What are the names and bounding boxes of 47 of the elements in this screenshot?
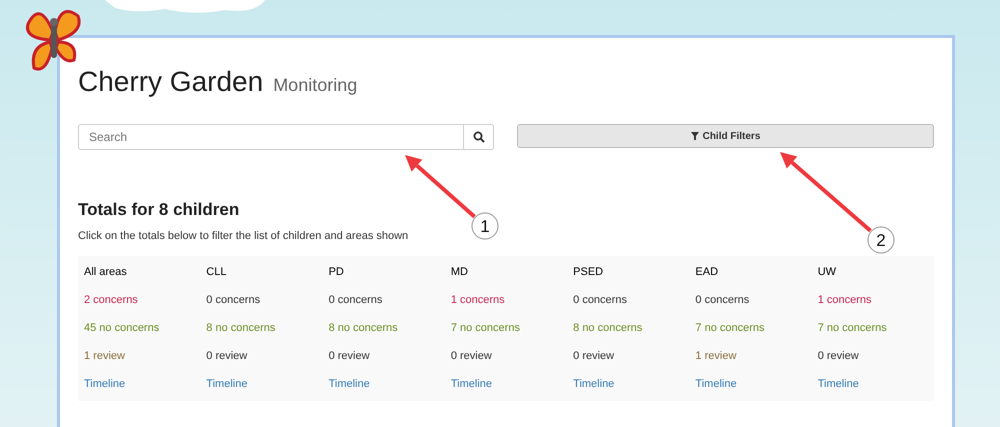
area-header: MD <box>450 265 469 280</box>
total-link[interactable]: 8 no concerns <box>206 318 323 339</box>
page-title: Cherry Garden <box>78 66 264 98</box>
area-header: All areas <box>84 265 128 280</box>
total-link[interactable]: 1 concerns <box>818 290 934 311</box>
total-link[interactable]: 0 review <box>450 346 568 367</box>
area-header: UW <box>818 265 838 280</box>
totals-hint: Click on the totals below to filter the list of children and areas shown <box>78 230 408 242</box>
total-link[interactable]: 7 no concerns <box>695 318 812 339</box>
total-link[interactable]: 0 concerns <box>328 290 445 311</box>
area-header: PD <box>328 265 345 280</box>
timeline-link[interactable]: Timeline <box>84 374 200 395</box>
timeline-link[interactable]: Timeline <box>328 374 445 395</box>
total-link[interactable]: 8 no concerns <box>573 318 690 339</box>
total-link[interactable]: 1 review <box>695 346 812 367</box>
callout-arrow <box>405 155 476 218</box>
callout-number: 1 <box>472 212 498 240</box>
total-link[interactable]: 0 review <box>573 346 690 367</box>
total-link[interactable]: 7 no concerns <box>818 318 934 339</box>
timeline-link[interactable]: Timeline <box>206 374 323 395</box>
page-subtitle: Monitoring <box>273 75 358 96</box>
timeline-link[interactable]: Timeline <box>818 374 934 395</box>
total-link[interactable]: 0 review <box>206 346 323 367</box>
search-button[interactable] <box>464 124 494 150</box>
area-header: EAD <box>695 265 720 280</box>
timeline-link[interactable]: Timeline <box>450 374 568 395</box>
total-link[interactable]: 0 concerns <box>206 290 323 311</box>
timeline-link[interactable]: Timeline <box>695 374 812 395</box>
totals-heading: Totals for 8 children <box>78 200 240 220</box>
area-header: PSED <box>573 265 604 280</box>
child-filters-button[interactable]: Child Filters <box>517 124 934 148</box>
total-link[interactable]: 45 no concerns <box>84 318 200 339</box>
total-link[interactable]: 0 review <box>328 346 445 367</box>
search-icon <box>472 131 484 143</box>
search-field[interactable]: Search <box>78 124 464 150</box>
total-link[interactable]: 0 concerns <box>695 290 812 311</box>
total-link[interactable]: 1 review <box>84 346 200 367</box>
total-link[interactable]: 8 no concerns <box>328 318 445 339</box>
total-link[interactable]: 2 concerns <box>84 290 200 311</box>
timeline-link[interactable]: Timeline <box>573 374 690 395</box>
total-link[interactable]: 0 review <box>818 346 934 367</box>
total-link[interactable]: 7 no concerns <box>450 318 568 339</box>
total-link[interactable]: 1 concerns <box>450 290 568 311</box>
area-header: CLL <box>206 265 228 280</box>
total-link[interactable]: 0 concerns <box>573 290 690 311</box>
filter-icon <box>690 132 699 140</box>
callout-number: 2 <box>868 226 894 254</box>
